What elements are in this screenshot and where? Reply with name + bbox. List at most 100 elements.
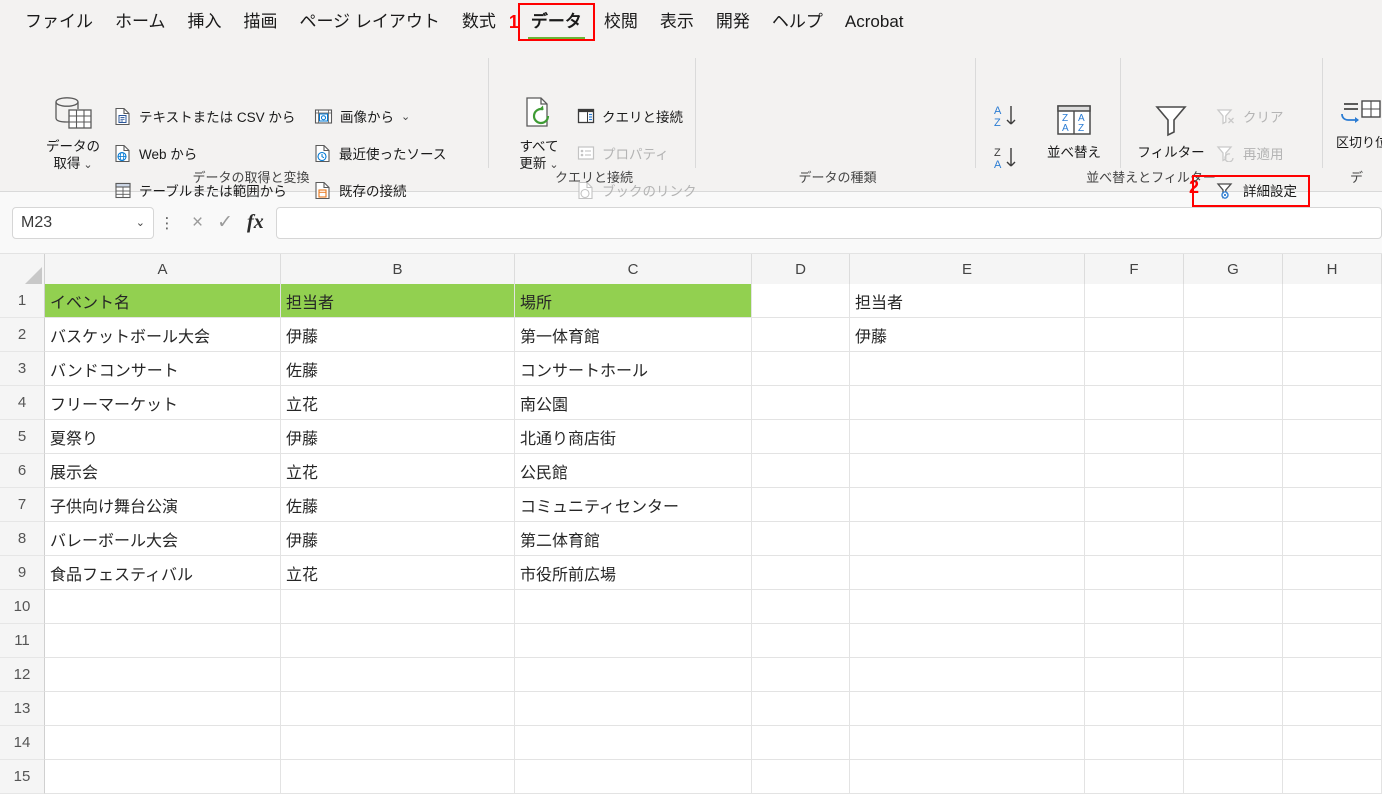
cell-H15[interactable] <box>1283 760 1382 794</box>
row-header-1[interactable]: 1 <box>0 284 45 318</box>
cell-H1[interactable] <box>1283 284 1382 318</box>
cell-D6[interactable] <box>752 454 850 488</box>
cell-F11[interactable] <box>1085 624 1184 658</box>
select-all-corner[interactable] <box>0 254 45 284</box>
cell-E15[interactable] <box>850 760 1085 794</box>
cell-C2[interactable]: 第一体育館 <box>515 318 752 352</box>
cell-C9[interactable]: 市役所前広場 <box>515 556 752 590</box>
cell-E1[interactable]: 担当者 <box>850 284 1085 318</box>
cell-G14[interactable] <box>1184 726 1283 760</box>
row-header-14[interactable]: 14 <box>0 726 45 760</box>
cell-C8[interactable]: 第二体育館 <box>515 522 752 556</box>
text-to-columns-button[interactable]: 区切り位 <box>1336 100 1382 151</box>
row-header-15[interactable]: 15 <box>0 760 45 794</box>
cell-H10[interactable] <box>1283 590 1382 624</box>
tab-home[interactable]: ホーム <box>104 5 177 39</box>
tab-formulas[interactable]: 数式 <box>451 5 507 39</box>
row-header-13[interactable]: 13 <box>0 692 45 726</box>
cell-A13[interactable] <box>45 692 281 726</box>
cell-G13[interactable] <box>1184 692 1283 726</box>
cell-G2[interactable] <box>1184 318 1283 352</box>
cell-A6[interactable]: 展示会 <box>45 454 281 488</box>
row-header-7[interactable]: 7 <box>0 488 45 522</box>
from-text-csv-button[interactable]: テキストまたは CSV から <box>114 106 295 126</box>
cell-D12[interactable] <box>752 658 850 692</box>
cell-A1[interactable]: イベント名 <box>45 284 281 318</box>
tab-help[interactable]: ヘルプ <box>761 5 834 39</box>
cell-F2[interactable] <box>1085 318 1184 352</box>
cell-B4[interactable]: 立花 <box>281 386 515 420</box>
column-header-b[interactable]: B <box>281 254 515 284</box>
cell-D13[interactable] <box>752 692 850 726</box>
cell-F7[interactable] <box>1085 488 1184 522</box>
tab-file[interactable]: ファイル <box>14 5 104 39</box>
row-header-3[interactable]: 3 <box>0 352 45 386</box>
cell-B8[interactable]: 伊藤 <box>281 522 515 556</box>
cell-C7[interactable]: コミュニティセンター <box>515 488 752 522</box>
cell-B10[interactable] <box>281 590 515 624</box>
row-header-2[interactable]: 2 <box>0 318 45 352</box>
tab-review[interactable]: 校閲 <box>593 5 649 39</box>
cell-C4[interactable]: 南公園 <box>515 386 752 420</box>
tab-acrobat[interactable]: Acrobat <box>834 5 915 39</box>
cell-A8[interactable]: バレーボール大会 <box>45 522 281 556</box>
column-header-a[interactable]: A <box>45 254 281 284</box>
cell-A2[interactable]: バスケットボール大会 <box>45 318 281 352</box>
cell-G7[interactable] <box>1184 488 1283 522</box>
cell-F1[interactable] <box>1085 284 1184 318</box>
cell-E10[interactable] <box>850 590 1085 624</box>
cell-H2[interactable] <box>1283 318 1382 352</box>
cell-G5[interactable] <box>1184 420 1283 454</box>
cell-E2[interactable]: 伊藤 <box>850 318 1085 352</box>
cell-E5[interactable] <box>850 420 1085 454</box>
cell-G15[interactable] <box>1184 760 1283 794</box>
cell-E14[interactable] <box>850 726 1085 760</box>
cell-B11[interactable] <box>281 624 515 658</box>
refresh-all-button[interactable]: すべて 更新 ⌄ <box>500 96 578 174</box>
cell-F12[interactable] <box>1085 658 1184 692</box>
cell-A10[interactable] <box>45 590 281 624</box>
cell-B2[interactable]: 伊藤 <box>281 318 515 352</box>
row-header-6[interactable]: 6 <box>0 454 45 488</box>
cell-G1[interactable] <box>1184 284 1283 318</box>
cell-C15[interactable] <box>515 760 752 794</box>
tab-page-layout[interactable]: ページ レイアウト <box>289 5 451 39</box>
cell-G9[interactable] <box>1184 556 1283 590</box>
cell-F13[interactable] <box>1085 692 1184 726</box>
cell-B9[interactable]: 立花 <box>281 556 515 590</box>
cell-F6[interactable] <box>1085 454 1184 488</box>
cell-A3[interactable]: バンドコンサート <box>45 352 281 386</box>
column-header-d[interactable]: D <box>752 254 850 284</box>
cell-C11[interactable] <box>515 624 752 658</box>
cell-A9[interactable]: 食品フェスティバル <box>45 556 281 590</box>
cell-E6[interactable] <box>850 454 1085 488</box>
cell-B15[interactable] <box>281 760 515 794</box>
cell-C3[interactable]: コンサートホール <box>515 352 752 386</box>
row-header-10[interactable]: 10 <box>0 590 45 624</box>
from-picture-button[interactable]: 画像から ⌄ <box>314 106 410 126</box>
cell-G11[interactable] <box>1184 624 1283 658</box>
formula-input[interactable] <box>275 206 1382 239</box>
cell-G8[interactable] <box>1184 522 1283 556</box>
cell-H6[interactable] <box>1283 454 1382 488</box>
cell-D14[interactable] <box>752 726 850 760</box>
cell-H5[interactable] <box>1283 420 1382 454</box>
cell-G4[interactable] <box>1184 386 1283 420</box>
row-header-8[interactable]: 8 <box>0 522 45 556</box>
row-header-12[interactable]: 12 <box>0 658 45 692</box>
cell-F10[interactable] <box>1085 590 1184 624</box>
insert-function-icon[interactable]: fx <box>247 211 264 234</box>
cell-B7[interactable]: 佐藤 <box>281 488 515 522</box>
cell-F14[interactable] <box>1085 726 1184 760</box>
cell-F5[interactable] <box>1085 420 1184 454</box>
cell-E12[interactable] <box>850 658 1085 692</box>
cell-F9[interactable] <box>1085 556 1184 590</box>
sort-ascending-button[interactable]: A Z <box>992 102 1024 132</box>
cell-C5[interactable]: 北通り商店街 <box>515 420 752 454</box>
queries-connections-button[interactable]: クエリと接続 <box>577 106 683 126</box>
row-header-4[interactable]: 4 <box>0 386 45 420</box>
cell-B1[interactable]: 担当者 <box>281 284 515 318</box>
tab-insert[interactable]: 挿入 <box>177 5 233 39</box>
tab-developer[interactable]: 開発 <box>705 5 761 39</box>
cell-H9[interactable] <box>1283 556 1382 590</box>
